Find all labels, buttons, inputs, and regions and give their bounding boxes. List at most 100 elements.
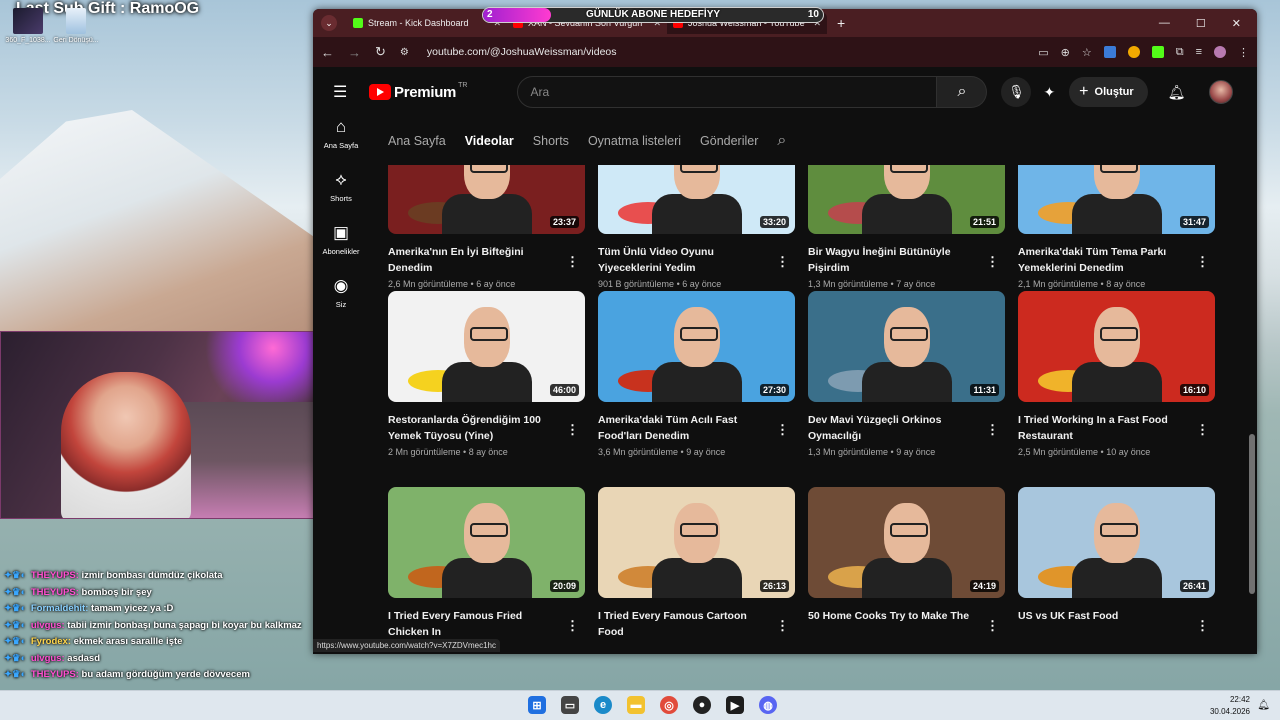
video-card[interactable]: 20:09 I Tried Every Famous Fried Chicken … [388, 487, 585, 643]
sidenav-item-shorts[interactable]: ⟡ Shorts [313, 170, 369, 203]
kick-extension-icon[interactable] [1151, 46, 1164, 58]
video-thumbnail[interactable]: 27:30 [598, 291, 795, 402]
back-icon[interactable]: ← [321, 45, 334, 60]
video-title[interactable]: I Tried Every Famous Fried Chicken In [388, 608, 585, 640]
more-options-icon[interactable]: ⋮ [986, 618, 999, 634]
tab-home[interactable]: Ana Sayfa [388, 134, 446, 148]
notifications-bell-icon[interactable]: 🔔︎ [1168, 84, 1186, 101]
more-options-icon[interactable]: ⋮ [566, 618, 579, 634]
video-title[interactable]: I Tried Working In a Fast Food Restauran… [1018, 412, 1215, 444]
sidenav-item-home[interactable]: ⌂ Ana Sayfa [313, 117, 369, 150]
sidenav-item-subscriptions[interactable]: ▣ Abonelikler [313, 223, 369, 256]
more-options-icon[interactable]: ⋮ [986, 254, 999, 270]
more-options-icon[interactable]: ⋮ [776, 422, 789, 438]
video-card[interactable]: 27:30 Amerika'daki Tüm Acılı Fast Food'la… [598, 291, 795, 457]
extension-icon[interactable] [1127, 46, 1140, 58]
video-thumbnail[interactable]: 11:31 [808, 291, 1005, 402]
video-card[interactable]: 24:19 50 Home Cooks Try to Make The ⋮ [808, 487, 1005, 633]
video-title[interactable]: Dev Mavi Yüzgeçli Orkinos Oymacılığı [808, 412, 1005, 444]
video-title[interactable]: Amerika'daki Tüm Tema Parkı Yemeklerini … [1018, 244, 1215, 276]
more-options-icon[interactable]: ⋮ [566, 422, 579, 438]
scrollbar-thumb[interactable] [1249, 434, 1255, 594]
more-options-icon[interactable]: ⋮ [1196, 618, 1209, 634]
profile-icon[interactable] [1214, 46, 1226, 58]
video-title[interactable]: Amerika'nın En İyi Bifteğini Denedim [388, 244, 585, 276]
video-card[interactable]: 33:20 Tüm Ünlü Video Oyunu Yiyeceklerini … [598, 165, 795, 289]
video-thumbnail[interactable]: 24:19 [808, 487, 1005, 598]
ai-sparkle-icon[interactable]: ✦ [1043, 84, 1055, 101]
video-title[interactable]: Amerika'daki Tüm Acılı Fast Food'ları De… [598, 412, 795, 444]
video-thumbnail[interactable]: 21:51 [808, 165, 1005, 234]
search-button[interactable]: ⌕ [937, 76, 988, 108]
video-thumbnail[interactable]: 23:37 [388, 165, 585, 234]
desktop-icon-recycle-bin[interactable]: Geri Dönüşü... [48, 8, 104, 44]
video-card[interactable]: 21:51 Bir Wagyu İneğini Bütünüyle Pişirdi… [808, 165, 1005, 289]
zoom-icon[interactable]: ⊕ [1061, 46, 1070, 59]
video-card[interactable]: 46:00 Restoranlarda Öğrendiğim 100 Yemek … [388, 291, 585, 457]
tab-shorts[interactable]: Shorts [533, 134, 569, 148]
task-view-icon[interactable]: ▭ [561, 696, 579, 714]
video-title[interactable]: Restoranlarda Öğrendiğim 100 Yemek Tüyos… [388, 412, 585, 444]
video-title[interactable]: US vs UK Fast Food [1018, 608, 1215, 624]
more-options-icon[interactable]: ⋮ [986, 422, 999, 438]
site-info-icon[interactable]: ⚙ [400, 47, 409, 58]
video-title[interactable]: Tüm Ünlü Video Oyunu Yiyeceklerini Yedim [598, 244, 795, 276]
video-card[interactable]: 31:47 Amerika'daki Tüm Tema Parkı Yemekle… [1018, 165, 1215, 289]
video-thumbnail[interactable]: 16:10 [1018, 291, 1215, 402]
translate-extension-icon[interactable] [1103, 46, 1116, 58]
sidenav-item-you[interactable]: ◉ Siz [313, 276, 369, 309]
browser-menu-icon[interactable]: ⋮ [1238, 46, 1249, 59]
more-options-icon[interactable]: ⋮ [776, 618, 789, 634]
more-options-icon[interactable]: ⋮ [776, 254, 789, 270]
video-thumbnail[interactable]: 26:13 [598, 487, 795, 598]
system-clock[interactable]: 22:42 30.04.2026 [1210, 694, 1250, 718]
chrome-icon[interactable]: ◎ [660, 696, 678, 714]
video-card[interactable]: 16:10 I Tried Working In a Fast Food Rest… [1018, 291, 1215, 457]
video-title[interactable]: 50 Home Cooks Try to Make The [808, 608, 1005, 624]
start-icon[interactable]: ⊞ [528, 696, 546, 714]
file-explorer-icon[interactable]: ▬ [627, 696, 645, 714]
bookmark-star-icon[interactable]: ☆ [1082, 46, 1092, 59]
tab-search-button[interactable]: ⌄ [321, 15, 337, 31]
video-thumbnail[interactable]: 20:09 [388, 487, 585, 598]
forward-icon[interactable]: → [348, 45, 361, 60]
video-thumbnail[interactable]: 33:20 [598, 165, 795, 234]
url-field[interactable]: youtube.com/@JoshuaWeissman/videos [427, 46, 617, 58]
avatar[interactable] [1209, 80, 1234, 104]
video-card[interactable]: 26:13 I Tried Every Famous Cartoon Food ⋮ [598, 487, 795, 643]
youtube-logo[interactable]: Premium TR [369, 82, 467, 101]
search-input[interactable]: Ara [517, 76, 938, 108]
obs-icon[interactable]: ● [693, 696, 711, 714]
video-card[interactable]: 11:31 Dev Mavi Yüzgeçli Orkinos Oymacılığ… [808, 291, 1005, 457]
more-options-icon[interactable]: ⋮ [1196, 422, 1209, 438]
channel-search-icon[interactable]: ⌕ [777, 132, 786, 150]
media-control-icon[interactable]: ≡ [1196, 46, 1202, 58]
video-card[interactable]: 26:41 US vs UK Fast Food ⋮ [1018, 487, 1215, 633]
extensions-puzzle-icon[interactable]: ⧉ [1176, 46, 1184, 59]
cast-icon[interactable]: ▭ [1038, 46, 1048, 59]
video-thumbnail[interactable]: 31:47 [1018, 165, 1215, 234]
notification-icon[interactable]: 🔔︎ [1257, 700, 1270, 711]
discord-icon[interactable]: ◍ [759, 696, 777, 714]
tab-posts[interactable]: Gönderiler [700, 134, 758, 148]
create-button[interactable]: + Oluştur [1069, 77, 1148, 107]
reload-icon[interactable]: ↻ [375, 44, 386, 60]
tab-playlists[interactable]: Oynatma listeleri [588, 134, 681, 148]
more-options-icon[interactable]: ⋮ [566, 254, 579, 270]
hamburger-menu-icon[interactable]: ☰ [333, 82, 361, 102]
close-window-icon[interactable]: ✕ [1232, 17, 1241, 30]
video-thumbnail[interactable]: 46:00 [388, 291, 585, 402]
video-thumbnail[interactable]: 26:41 [1018, 487, 1215, 598]
kick-app-icon[interactable]: ▶ [726, 696, 744, 714]
page-scrollbar[interactable] [1249, 117, 1255, 654]
video-title[interactable]: Bir Wagyu İneğini Bütünüyle Pişirdim [808, 244, 1005, 276]
tab-videos[interactable]: Videolar [465, 134, 514, 148]
new-tab-button[interactable]: + [837, 15, 845, 31]
voice-search-button[interactable]: 🎙︎ [1001, 77, 1032, 107]
maximize-icon[interactable]: ☐ [1196, 17, 1206, 30]
edge-icon[interactable]: e [594, 696, 612, 714]
more-options-icon[interactable]: ⋮ [1196, 254, 1209, 270]
minimize-icon[interactable]: — [1159, 17, 1170, 30]
video-card[interactable]: 23:37 Amerika'nın En İyi Bifteğini Denedi… [388, 165, 585, 289]
video-title[interactable]: I Tried Every Famous Cartoon Food [598, 608, 795, 640]
